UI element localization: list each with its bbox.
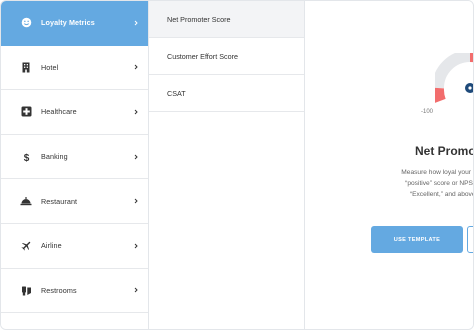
- chevron-right-icon: [132, 197, 140, 205]
- use-template-button[interactable]: USE TEMPLATE: [371, 226, 463, 253]
- airplane-icon: [20, 240, 32, 252]
- medical-cross-icon: [20, 106, 32, 118]
- sidebar-item-label: Healthcare: [41, 107, 77, 117]
- sidebar-item-banking[interactable]: $ Banking: [1, 135, 148, 180]
- chevron-right-icon: [132, 63, 140, 71]
- sidebar-item-label: Banking: [41, 152, 68, 162]
- template-preview: -100 Net Promote Measure how loyal your …: [305, 1, 474, 329]
- sidebar-item-label: Loyalty Metrics: [41, 18, 95, 28]
- building-icon: [20, 61, 32, 73]
- template-item-nps[interactable]: Net Promoter Score: [149, 1, 304, 38]
- sidebar-item-label: Restrooms: [41, 285, 77, 295]
- template-item-csat[interactable]: CSAT: [149, 75, 304, 112]
- sidebar-item-label: Airline: [41, 241, 62, 251]
- chevron-right-icon: [132, 242, 140, 250]
- dollar-icon: $: [20, 151, 32, 163]
- restroom-icon: [20, 284, 32, 296]
- preview-description: Measure how loyal your customers a “posi…: [355, 167, 474, 200]
- svg-text:$: $: [23, 153, 29, 163]
- chevron-right-icon: [132, 286, 140, 294]
- gauge-track: [435, 53, 471, 89]
- description-line: “positive” score or NPS above 0 is: [405, 180, 473, 187]
- gauge-segment-low: [435, 87, 446, 103]
- category-sidebar: Loyalty Metrics Hotel Healthcare $ Banki…: [1, 1, 149, 329]
- nps-gauge: [435, 53, 473, 103]
- sidebar-item-label: Hotel: [41, 62, 59, 72]
- sidebar-item-restrooms[interactable]: Restrooms: [1, 269, 148, 314]
- sidebar-item-hotel[interactable]: Hotel: [1, 46, 148, 91]
- description-line: Measure how loyal your customers a: [401, 169, 473, 176]
- description-line: “Excellent,” and above 70 is co: [409, 191, 474, 198]
- gauge-min-label: -100: [421, 109, 434, 115]
- app-window: Loyalty Metrics Hotel Healthcare $ Banki…: [0, 0, 474, 330]
- gauge-needle: [465, 83, 473, 93]
- sidebar-item-healthcare[interactable]: Healthcare: [1, 90, 148, 135]
- sidebar-item-label: Restaurant: [41, 196, 78, 206]
- chevron-right-icon: [132, 108, 140, 116]
- chevron-right-icon: [132, 153, 140, 161]
- preview-title: Net Promote: [415, 144, 474, 158]
- preview-secondary-button[interactable]: [467, 226, 473, 253]
- template-item-ces[interactable]: Customer Effort Score: [149, 38, 304, 75]
- chevron-right-icon: [132, 19, 140, 27]
- sidebar-item-airline[interactable]: Airline: [1, 224, 148, 269]
- smiley-icon: [20, 17, 32, 29]
- sidebar-item-restaurant[interactable]: Restaurant: [1, 179, 148, 224]
- sidebar-item-loyalty-metrics[interactable]: Loyalty Metrics: [1, 1, 148, 46]
- template-list: Net Promoter Score Customer Effort Score…: [149, 1, 305, 329]
- cloche-icon: [20, 195, 32, 207]
